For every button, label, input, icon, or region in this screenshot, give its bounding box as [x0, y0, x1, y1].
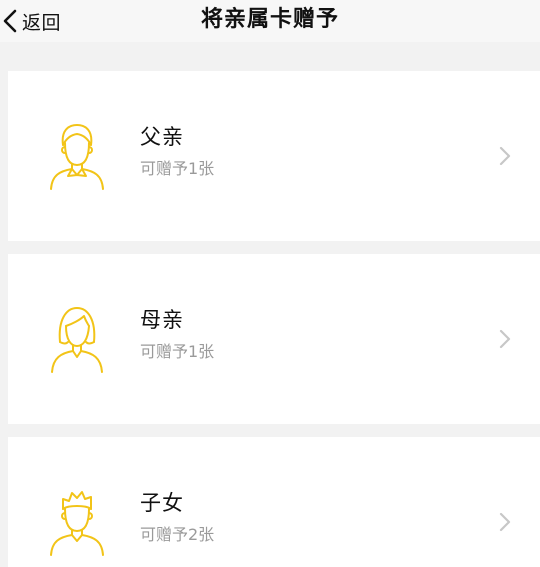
- recipient-name: 母亲: [140, 308, 184, 332]
- page-title: 将亲属卡赠予: [200, 7, 339, 32]
- recipient-name: 父亲: [140, 125, 184, 149]
- recipient-item-child[interactable]: 子女 可赠予2张: [8, 437, 540, 567]
- chevron-right-icon: [499, 512, 511, 532]
- child-avatar-icon: [50, 491, 104, 556]
- recipient-quota: 可赠予2张: [140, 525, 215, 544]
- mother-avatar-icon: [51, 307, 103, 373]
- recipient-item-mother[interactable]: 母亲 可赠予1张: [8, 254, 540, 424]
- recipient-quota: 可赠予1张: [140, 342, 215, 361]
- father-avatar-icon: [50, 124, 104, 190]
- chevron-right-icon: [499, 329, 511, 349]
- navigation-bar: 返回 将亲属卡赠予: [0, 0, 540, 42]
- recipient-item-father[interactable]: 父亲 可赠予1张: [8, 71, 540, 241]
- recipient-name: 子女: [140, 491, 184, 515]
- recipient-quota: 可赠予1张: [140, 159, 215, 178]
- chevron-right-icon: [499, 146, 511, 166]
